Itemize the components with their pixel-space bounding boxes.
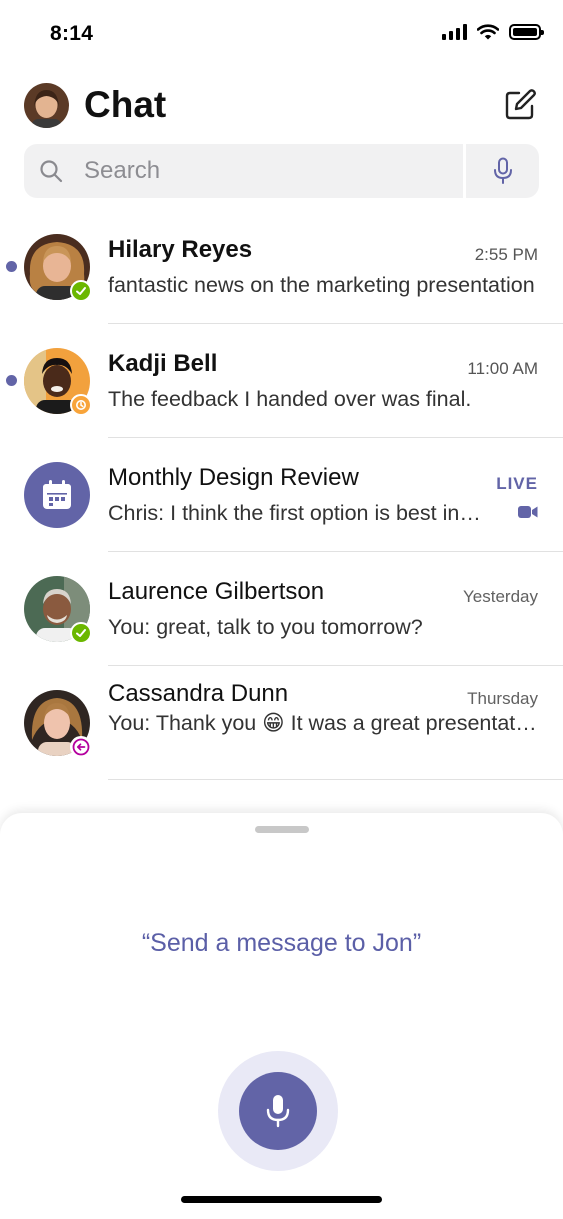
chat-row-hilary-reyes[interactable]: Hilary Reyes 2:55 PM fantastic news on t…: [0, 210, 563, 324]
compose-icon: [505, 89, 536, 120]
search-input[interactable]: [84, 157, 414, 185]
chat-name: Monthly Design Review: [108, 464, 359, 491]
presence-out-of-office-icon: [70, 736, 92, 758]
voice-mic-button[interactable]: [218, 1051, 338, 1171]
divider: [108, 779, 563, 780]
chat-preview: You: Thank you 😁 It was a great presenta…: [108, 711, 538, 735]
chat-row-laurence-gilbertson[interactable]: Laurence Gilbertson Yesterday You: great…: [0, 552, 563, 666]
chat-time: 11:00 AM: [467, 359, 538, 378]
microphone-icon: [266, 1095, 290, 1128]
chat-time: Thursday: [467, 689, 538, 708]
home-indicator[interactable]: [181, 1196, 382, 1203]
chat-list: Hilary Reyes 2:55 PM fantastic news on t…: [0, 210, 563, 780]
chat-name: Hilary Reyes: [108, 236, 253, 263]
avatar-wrap: [24, 576, 92, 644]
unread-indicator: [6, 261, 17, 272]
video-camera-icon: [518, 506, 538, 518]
status-bar: 8:14: [0, 0, 563, 70]
chat-row-cassandra-dunn[interactable]: Cassandra Dunn Thursday You: Thank you 😁…: [0, 666, 563, 780]
profile-avatar[interactable]: [24, 82, 69, 128]
chat-row-monthly-design-review[interactable]: Monthly Design Review LIVE Chris: I thin…: [0, 438, 563, 552]
battery-icon: [509, 24, 544, 40]
avatar-wrap: [24, 234, 92, 302]
status-time: 8:14: [50, 22, 94, 45]
compose-button[interactable]: [501, 86, 539, 124]
chat-time: 2:55 PM: [474, 245, 538, 264]
page-title: Chat: [84, 84, 167, 125]
presence-away-icon: [70, 394, 92, 416]
chat-preview: The feedback I handed over was final.: [108, 387, 472, 411]
chat-preview: Chris: I think the first option is best …: [108, 501, 481, 525]
header: Chat: [24, 82, 539, 128]
chat-name: Laurence Gilbertson: [108, 578, 325, 605]
unread-indicator: [6, 375, 17, 386]
search-icon: [38, 158, 64, 184]
microphone-icon: [493, 157, 512, 184]
avatar-wrap: [24, 348, 92, 416]
calendar-icon: [43, 480, 71, 509]
wifi-icon: [477, 24, 499, 40]
avatar-wrap: [24, 690, 92, 758]
voice-search-button[interactable]: [466, 144, 539, 198]
voice-prompt: “Send a message to Jon”: [141, 929, 422, 957]
chat-preview: You: great, talk to you tomorrow?: [108, 615, 423, 639]
presence-available-icon: [70, 280, 92, 302]
chat-time: Yesterday: [463, 587, 538, 606]
presence-available-icon: [70, 622, 92, 644]
avatar-wrap: [24, 462, 90, 528]
sheet-grabber-handle[interactable]: [255, 826, 309, 833]
meeting-avatar: [24, 462, 90, 528]
chat-name: Kadji Bell: [108, 350, 218, 377]
chat-name: Cassandra Dunn: [108, 680, 289, 707]
voice-mic-inner: [239, 1072, 317, 1150]
search-bar: [24, 144, 539, 198]
status-icons: [442, 24, 544, 40]
signal-icon: [442, 24, 467, 40]
chat-row-kadji-bell[interactable]: Kadji Bell 11:00 AM The feedback I hande…: [0, 324, 563, 438]
chat-preview: fantastic news on the marketing presenta…: [108, 273, 535, 297]
search-box[interactable]: [24, 144, 463, 198]
live-badge: LIVE: [496, 474, 538, 493]
